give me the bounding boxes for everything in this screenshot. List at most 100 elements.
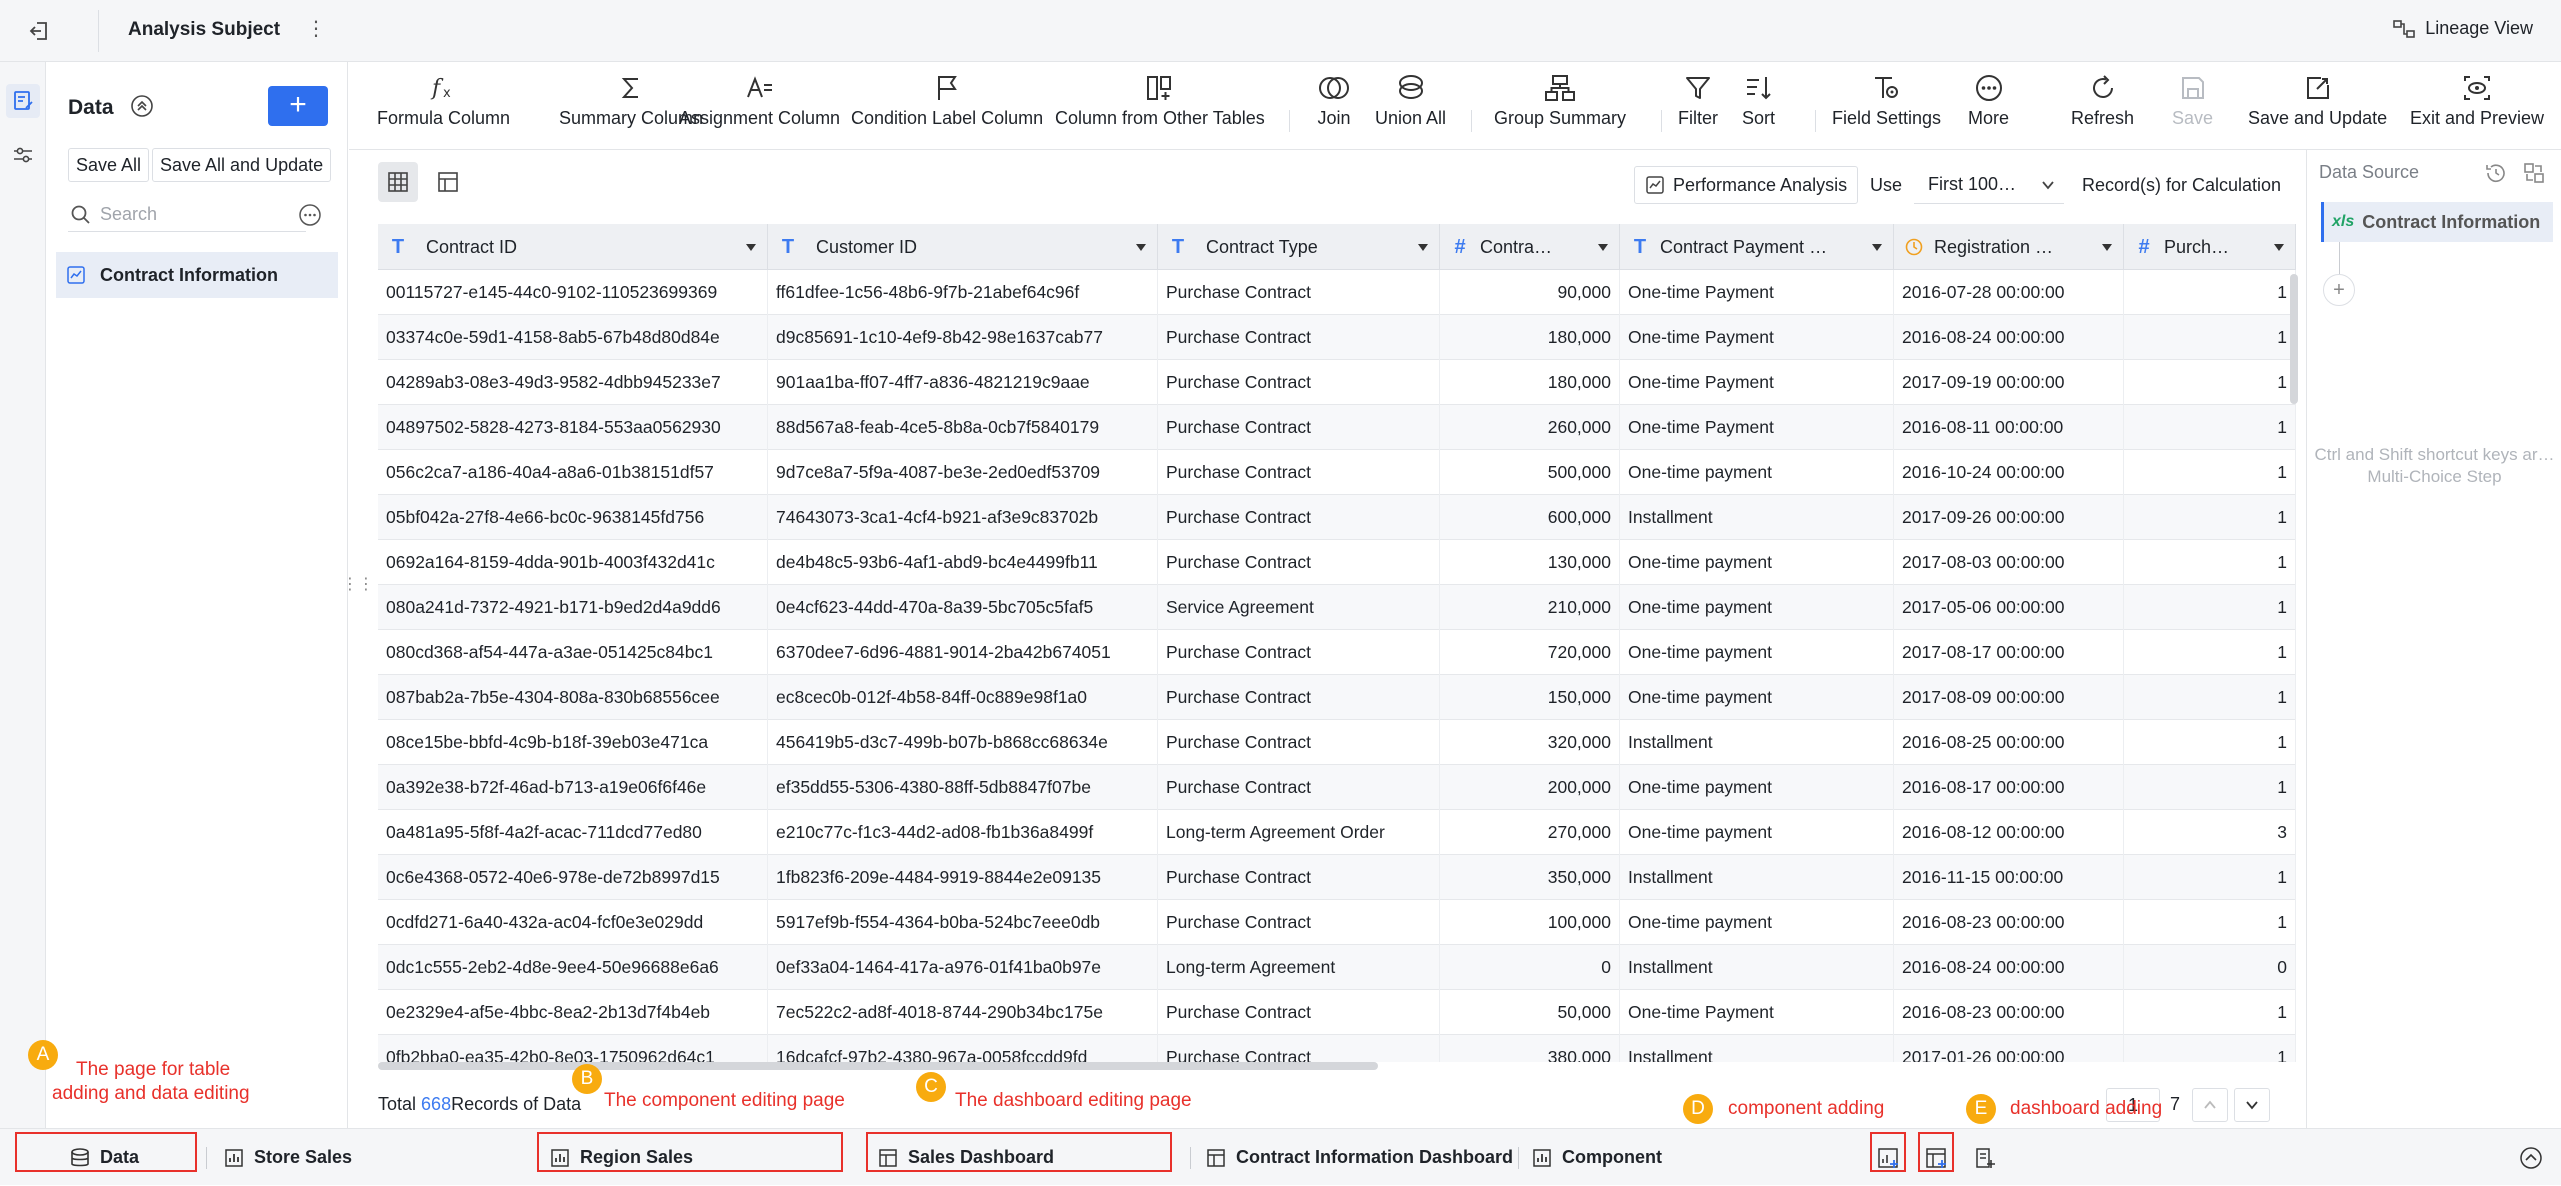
table-cell[interactable]: 180,000 — [1440, 315, 1620, 360]
table-row[interactable]: 0a392e38-b72f-46ad-b713-a19e06f6f46e ef35… — [378, 765, 2296, 810]
table-cell[interactable]: 1 — [2124, 450, 2296, 495]
table-cell[interactable]: 0692a164-8159-4dda-901b-4003f432d41c — [378, 540, 768, 585]
data-source-node[interactable]: xls Contract Information — [2321, 202, 2553, 242]
more-options-icon[interactable] — [298, 203, 324, 229]
table-cell[interactable]: 03374c0e-59d1-4158-8ab5-67b48d80d84e — [378, 315, 768, 360]
table-cell[interactable]: 16dcafcf-97b2-4380-967a-0058fccdd9fd — [768, 1035, 1158, 1062]
assignment-column-button[interactable]: Assignment Column — [679, 68, 840, 129]
table-cell[interactable]: 1 — [2124, 270, 2296, 315]
table-cell[interactable]: One-time Payment — [1620, 405, 1894, 450]
table-cell[interactable]: Purchase Contract — [1158, 450, 1440, 495]
table-cell[interactable]: 2016-11-15 00:00:00 — [1894, 855, 2124, 900]
table-cell[interactable]: 1 — [2124, 855, 2296, 900]
table-cell[interactable]: 270,000 — [1440, 810, 1620, 855]
table-cell[interactable]: 901aa1ba-ff07-4ff7-a836-4821219c9aae — [768, 360, 1158, 405]
table-cell[interactable]: 0 — [1440, 945, 1620, 990]
add-dashboard-icon[interactable] — [1922, 1143, 1952, 1173]
table-cell[interactable]: 2017-08-03 00:00:00 — [1894, 540, 2124, 585]
table-cell[interactable]: 1 — [2124, 360, 2296, 405]
table-cell[interactable]: 080cd368-af54-447a-a3ae-051425c84bc1 — [378, 630, 768, 675]
settings-rail-icon[interactable] — [6, 138, 40, 172]
data-edit-rail-icon[interactable] — [6, 84, 40, 118]
table-cell[interactable]: Purchase Contract — [1158, 630, 1440, 675]
table-cell[interactable]: 6370dee7-6d96-4881-9014-2ba42b674051 — [768, 630, 1158, 675]
table-cell[interactable]: 04897502-5828-4273-8184-553aa0562930 — [378, 405, 768, 450]
lineage-view-button[interactable]: Lineage View — [2393, 18, 2533, 39]
table-cell[interactable]: 600,000 — [1440, 495, 1620, 540]
table-cell[interactable]: 7ec522c2-ad8f-4018-8744-290b34bc175e — [768, 990, 1158, 1035]
table-cell[interactable]: 500,000 — [1440, 450, 1620, 495]
table-cell[interactable]: 0fb2bba0-ea35-42b0-8e03-1750962d64c1 — [378, 1035, 768, 1062]
table-cell[interactable]: 720,000 — [1440, 630, 1620, 675]
table-cell[interactable]: Purchase Contract — [1158, 1035, 1440, 1062]
table-cell[interactable]: 5917ef9b-f554-4364-b0ba-524bc7eee0db — [768, 900, 1158, 945]
table-cell[interactable]: 210,000 — [1440, 585, 1620, 630]
page-prev-button[interactable] — [2192, 1088, 2228, 1122]
table-cell[interactable]: 05bf042a-27f8-4e66-bc0c-9638145fd756 — [378, 495, 768, 540]
table-cell[interactable]: 2016-08-24 00:00:00 — [1894, 315, 2124, 360]
filter-button[interactable]: Filter — [1678, 68, 1718, 129]
table-cell[interactable]: Installment — [1620, 855, 1894, 900]
table-cell[interactable]: 74643073-3ca1-4cf4-b921-af3e9c83702b — [768, 495, 1158, 540]
table-row[interactable]: 0c6e4368-0572-40e6-978e-de72b8997d15 1fb8… — [378, 855, 2296, 900]
table-cell[interactable]: 2016-07-28 00:00:00 — [1894, 270, 2124, 315]
tab-contract-dashboard[interactable]: Contract Information Dashboard — [1206, 1129, 1513, 1186]
table-cell[interactable]: 1 — [2124, 720, 2296, 765]
table-row[interactable]: 0dc1c555-2eb2-4d8e-9ee4-50e96688e6a6 0ef3… — [378, 945, 2296, 990]
field-view-toggle[interactable] — [428, 162, 468, 202]
table-cell[interactable]: 1 — [2124, 630, 2296, 675]
table-row[interactable]: 0a481a95-5f8f-4a2f-acac-711dcd77ed80 e210… — [378, 810, 2296, 855]
table-cell[interactable]: 1 — [2124, 990, 2296, 1035]
join-button[interactable]: Join — [1317, 68, 1351, 129]
table-row[interactable]: 03374c0e-59d1-4158-8ab5-67b48d80d84e d9c8… — [378, 315, 2296, 360]
page-next-button[interactable] — [2234, 1088, 2270, 1122]
table-cell[interactable]: One-time payment — [1620, 585, 1894, 630]
table-cell[interactable]: Purchase Contract — [1158, 900, 1440, 945]
table-cell[interactable]: 080a241d-7372-4921-b171-b9ed2d4a9dd6 — [378, 585, 768, 630]
table-row[interactable]: 0692a164-8159-4dda-901b-4003f432d41c de4b… — [378, 540, 2296, 585]
table-cell[interactable]: 88d567a8-feab-4ce5-8b8a-0cb7f5840179 — [768, 405, 1158, 450]
table-cell[interactable]: 2016-08-12 00:00:00 — [1894, 810, 2124, 855]
dropdown-icon[interactable] — [2273, 242, 2285, 252]
table-cell[interactable]: de4b48c5-93b6-4af1-abd9-bc4e4499fb11 — [768, 540, 1158, 585]
table-row[interactable]: 04897502-5828-4273-8184-553aa0562930 88d5… — [378, 405, 2296, 450]
table-cell[interactable]: 0e2329e4-af5e-4bbc-8ea2-2b13d7f4b4eb — [378, 990, 768, 1035]
table-cell[interactable]: Purchase Contract — [1158, 540, 1440, 585]
table-cell[interactable]: 380,000 — [1440, 1035, 1620, 1062]
table-cell[interactable]: 2016-08-23 00:00:00 — [1894, 990, 2124, 1035]
more-icon[interactable]: ⋮ — [306, 16, 326, 41]
search-input[interactable] — [98, 198, 298, 230]
table-cell[interactable]: 1 — [2124, 1035, 2296, 1062]
history-icon[interactable] — [2483, 160, 2509, 186]
formula-column-button[interactable]: fx Formula Column — [377, 68, 510, 129]
table-cell[interactable]: 0c6e4368-0572-40e6-978e-de72b8997d15 — [378, 855, 768, 900]
layout-switch-icon[interactable] — [2521, 160, 2547, 186]
add-component-icon[interactable] — [1874, 1143, 1904, 1173]
table-cell[interactable]: 0a481a95-5f8f-4a2f-acac-711dcd77ed80 — [378, 810, 768, 855]
dropdown-icon[interactable] — [2101, 242, 2113, 252]
dropdown-icon[interactable] — [1597, 242, 1609, 252]
table-cell[interactable]: 130,000 — [1440, 540, 1620, 585]
table-cell[interactable]: One-time payment — [1620, 765, 1894, 810]
column-other-tables-button[interactable]: Column from Other Tables — [1055, 68, 1265, 129]
table-cell[interactable]: Installment — [1620, 495, 1894, 540]
table-cell[interactable]: 3 — [2124, 810, 2296, 855]
table-cell[interactable]: One-time payment — [1620, 900, 1894, 945]
table-cell[interactable]: 2016-08-24 00:00:00 — [1894, 945, 2124, 990]
table-cell[interactable]: ef35dd55-5306-4380-88ff-5db8847f07be — [768, 765, 1158, 810]
add-table-button[interactable]: + — [268, 86, 328, 126]
tab-component[interactable]: Component — [1532, 1129, 1662, 1186]
dropdown-icon[interactable] — [1417, 242, 1429, 252]
group-summary-button[interactable]: Group Summary — [1494, 68, 1626, 129]
more-button[interactable]: More — [1968, 68, 2009, 129]
column-header[interactable]: # Purch… — [2124, 224, 2296, 270]
table-cell[interactable]: 0cdfd271-6a40-432a-ac04-fcf0e3e029dd — [378, 900, 768, 945]
table-cell[interactable]: 1fb823f6-209e-4484-9919-8844e2e09135 — [768, 855, 1158, 900]
table-row[interactable]: 08ce15be-bbfd-4c9b-b18f-39eb03e471ca 4564… — [378, 720, 2296, 765]
column-header[interactable]: T Contract Type — [1158, 224, 1440, 270]
table-cell[interactable]: 200,000 — [1440, 765, 1620, 810]
field-settings-button[interactable]: Field Settings — [1832, 68, 1941, 129]
table-cell[interactable]: 2017-08-09 00:00:00 — [1894, 675, 2124, 720]
sort-button[interactable]: Sort — [1742, 68, 1775, 129]
table-cell[interactable]: Purchase Contract — [1158, 720, 1440, 765]
